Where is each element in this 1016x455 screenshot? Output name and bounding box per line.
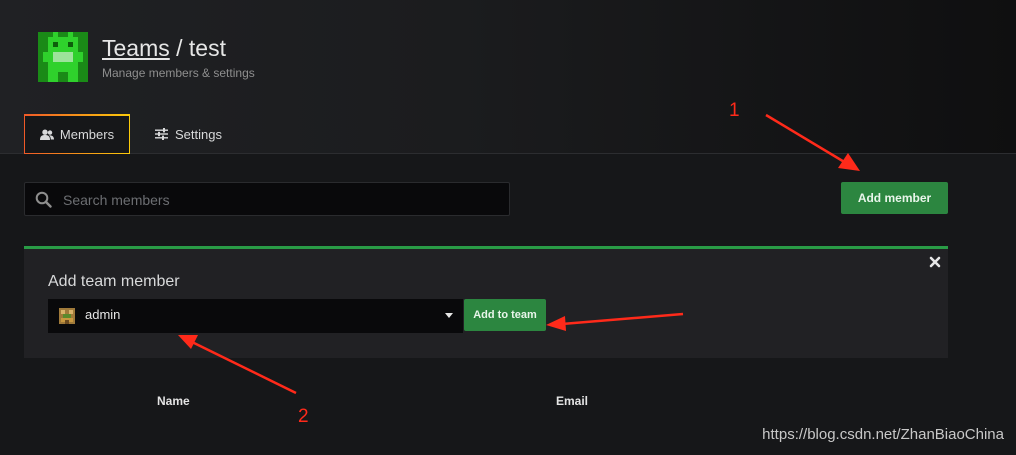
annotation-arrowhead-2 [546,316,566,331]
annotation-arrows [178,113,860,395]
annotation-arrow-2 [561,312,684,326]
annotation-arrow-1 [765,113,847,165]
watermark-text: https://blog.csdn.net/ZhanBiaoChina [762,426,1004,443]
annotation-label-2: 2 [298,406,309,427]
annotation-arrowhead-3 [178,335,198,349]
annotation-label-1: 1 [729,100,740,121]
annotation-arrow-3 [191,340,297,395]
annotation-arrowhead-1 [838,153,860,171]
